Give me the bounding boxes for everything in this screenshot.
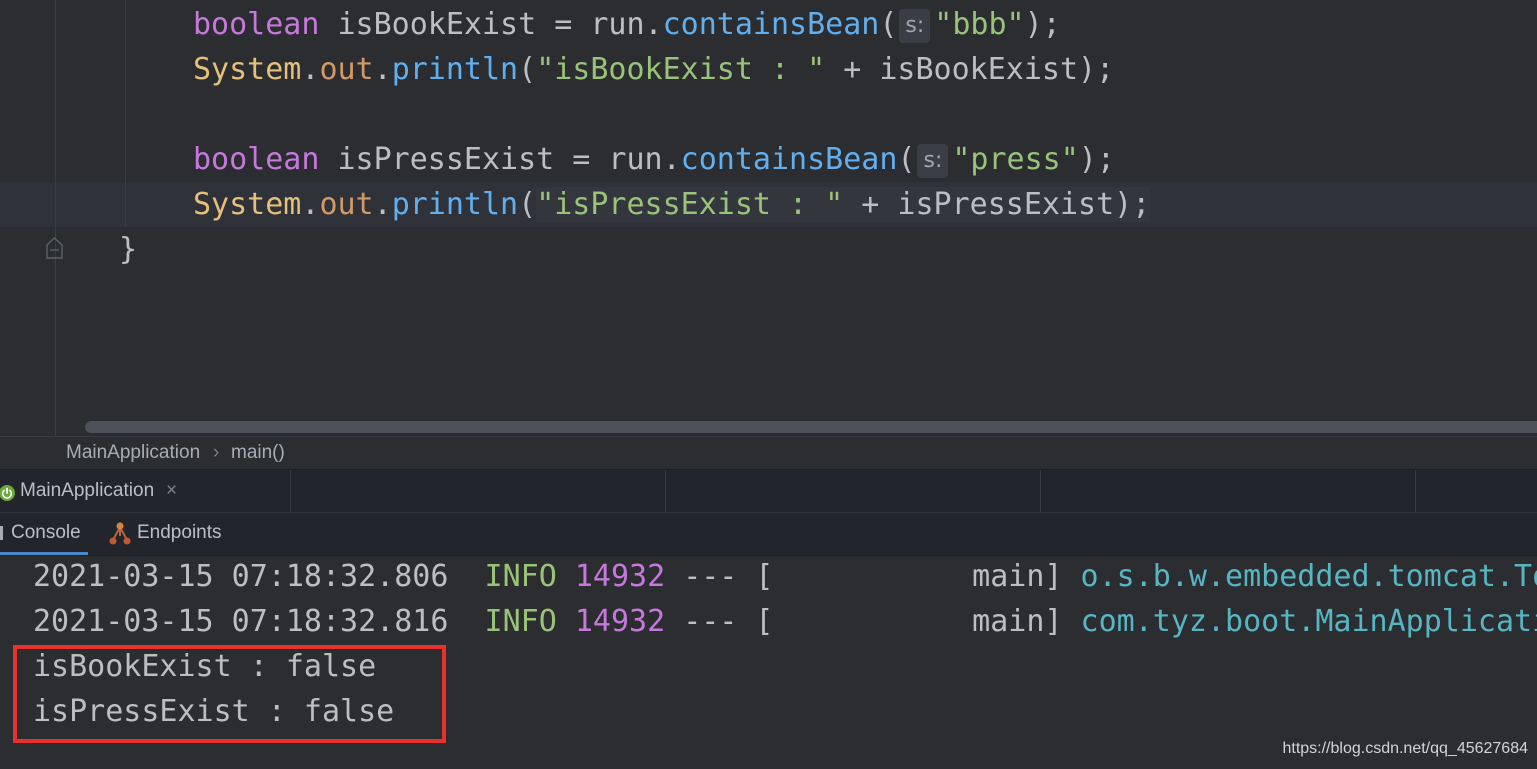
code-static-field: out [319,187,374,222]
run-tab-label: MainApplication [20,480,155,501]
code-identifier: isPressExist = run. [319,142,681,177]
code-identifier: isBookExist = run. [319,7,663,42]
code-line-book-exist-print[interactable]: System.out.println("isBookExist : " + is… [193,47,1114,92]
code-paren: ( [518,52,537,87]
code-punctuation: ); [1024,7,1061,42]
code-static-field: out [319,52,374,87]
code-method-call: containsBean [680,142,898,177]
code-editor[interactable]: boolean isBookExist = run.containsBean(s… [0,0,1537,436]
parameter-name-hint: s: [899,8,931,43]
highlight-box [13,645,446,743]
run-tab-mainapplication[interactable]: MainApplication × [0,470,195,512]
code-string-literal: "bbb" [934,7,1025,42]
code-dot: . [301,187,320,222]
log-pid: 14932 [574,559,666,594]
code-method-call: containsBean [662,7,880,42]
code-keyword: boolean [193,142,320,177]
tab-endpoints[interactable]: Endpoints [100,513,230,555]
log-timestamp: 2021-03-15 07:18:32.806 [33,559,449,594]
horizontal-scrollbar[interactable] [85,421,1537,433]
log-logger: o.s.b.w.embedded.tomcat.To [1080,559,1537,594]
code-paren: ( [897,142,916,177]
close-icon[interactable]: × [166,470,177,512]
tab-divider [1415,470,1416,512]
log-level: INFO [484,559,557,594]
gutter-divider [55,0,56,436]
console-icon [0,526,3,540]
tab-divider [665,470,666,512]
tab-console[interactable]: Console [0,513,88,555]
fold-end-icon[interactable] [45,236,64,260]
tab-divider [290,470,291,512]
code-paren: ( [879,7,898,42]
breadcrumb-method[interactable]: main() [231,437,285,469]
code-line-press-exist-decl[interactable]: boolean isPressExist = run.containsBean(… [193,137,1115,182]
code-paren: ( [518,187,537,222]
code-line-press-exist-print[interactable]: System.out.println("isPressExist : " + i… [193,182,1151,227]
code-keyword: boolean [193,7,320,42]
tab-endpoints-label: Endpoints [137,522,222,543]
log-thread: --- [ main] [683,559,1063,594]
code-line-book-exist-decl[interactable]: boolean isBookExist = run.containsBean(s… [193,2,1061,47]
log-line: 2021-03-15 07:18:32.806 INFO 14932 --- [ ma… [33,556,1537,599]
log-timestamp: 2021-03-15 07:18:32.816 [33,604,449,639]
log-logger: com.tyz.boot.MainApplicati [1080,604,1537,639]
indent-guide [125,0,126,226]
log-level: INFO [484,604,557,639]
tab-console-label: Console [11,522,81,543]
console-sub-tabs: Console Endpoints [0,512,1537,555]
code-method-call: println [391,52,519,87]
watermark-url: https://blog.csdn.net/qq_45627684 [1282,740,1528,757]
code-punctuation: ); [1078,142,1115,177]
code-expression: + isBookExist); [825,52,1115,87]
code-string-literal: "press" [952,142,1079,177]
run-tool-window-tabs: MainApplication × [0,469,1537,512]
breadcrumb-separator: › [213,442,220,463]
code-dot: . [301,52,320,87]
endpoints-icon [109,522,131,545]
log-line: 2021-03-15 07:18:32.816 INFO 14932 --- [ ma… [33,599,1537,644]
code-dot: . [373,52,392,87]
code-dot: . [373,187,392,222]
breadcrumb: MainApplication › main() [0,436,1537,469]
code-class-name: System [193,52,302,87]
parameter-name-hint: s: [917,143,949,178]
code-string-literal: "isPressExist : " [536,187,844,222]
code-class-name: System [193,187,302,222]
tab-divider [1040,470,1041,512]
code-line-closing-brace[interactable]: } [119,227,137,272]
spring-boot-icon [0,485,15,501]
log-pid: 14932 [574,604,666,639]
code-string-literal: "isBookExist : " [536,52,826,87]
log-thread: --- [ main] [683,604,1063,639]
code-expression: + isPressExist); [843,187,1151,222]
code-brace: } [119,232,138,267]
breadcrumb-class[interactable]: MainApplication [66,437,200,469]
code-method-call: println [391,187,519,222]
